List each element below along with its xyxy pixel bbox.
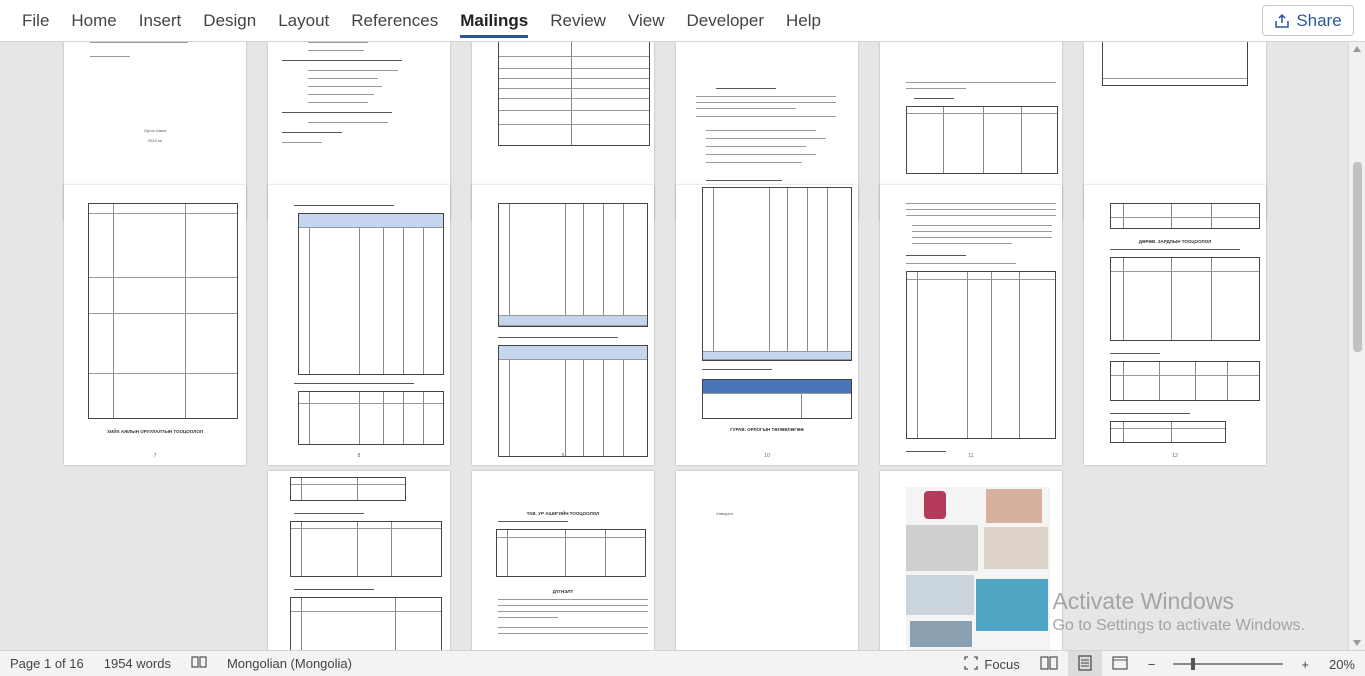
zoom-level[interactable]: 20% (1319, 657, 1365, 672)
watermark-line-1: Activate Windows (1052, 588, 1234, 614)
page-8[interactable]: 8 (268, 185, 450, 465)
read-mode-icon (1040, 655, 1058, 673)
status-right-controls: Focus − + 20% (954, 651, 1365, 676)
ribbon-tabs: File Home Insert Design Layout Reference… (0, 0, 832, 42)
status-bar: Page 1 of 16 1954 words Mongolian (Mongo… (0, 650, 1365, 676)
web-layout-button[interactable] (1102, 655, 1138, 673)
collage-image (906, 487, 1050, 650)
page-12-table-3 (1110, 361, 1260, 401)
page-12-table-4 (1110, 421, 1226, 443)
print-layout-button[interactable] (1067, 651, 1102, 676)
page-14-title-2: ДҮГНЭЛТ (552, 589, 574, 594)
zoom-slider-knob[interactable] (1191, 658, 1196, 670)
language-status[interactable]: Mongolian (Mongolia) (217, 656, 362, 671)
watermark-line-2: Go to Settings to activate Windows. (1052, 617, 1305, 634)
page-9[interactable]: 9 (472, 185, 654, 465)
page-14-table (496, 529, 646, 577)
tab-file[interactable]: File (0, 0, 60, 42)
page-13-table-1 (290, 477, 406, 501)
focus-label: Focus (984, 656, 1020, 672)
page-7-table (88, 203, 238, 419)
page-12[interactable]: ДӨРӨВ. ЗАРДЛЫН ТООЦООЛОЛ 12 (1084, 185, 1266, 465)
page-9-table-2 (498, 345, 648, 457)
page-3-table (498, 42, 650, 146)
tab-review[interactable]: Review (539, 0, 617, 42)
focus-button[interactable]: Focus (954, 655, 1029, 673)
tab-design[interactable]: Design (192, 0, 267, 42)
page-number: 8 (357, 453, 361, 459)
page-8-table-1 (298, 213, 444, 375)
page-15[interactable]: Хавсралт (676, 471, 858, 650)
focus-icon (964, 655, 979, 673)
page-16[interactable] (880, 471, 1062, 650)
page-number: 11 (968, 453, 974, 459)
tab-insert[interactable]: Insert (128, 0, 193, 42)
page-14[interactable]: ТАВ. УР АШИГИЙН ТООЦООЛОЛ ДҮГНЭЛТ (472, 471, 654, 650)
tab-help[interactable]: Help (775, 0, 832, 42)
word-count[interactable]: 1954 words (94, 656, 181, 671)
page-8-table-2 (298, 391, 444, 445)
zoom-slider[interactable] (1173, 658, 1284, 670)
scroll-down-icon[interactable] (1353, 640, 1361, 646)
page-7[interactable]: ХИЙХ АЖЛЫН ОРУУЛАЛТЫН ТООЦООЛОЛ 7 (64, 185, 246, 465)
page-10-table (702, 187, 852, 361)
page-number: 7 (153, 453, 157, 459)
page-1-title: Оргил Шинэ (143, 128, 167, 133)
page-14-title-1: ТАВ. УР АШИГИЙН ТООЦООЛОЛ (526, 511, 600, 516)
page-12-table-2 (1110, 257, 1260, 341)
page-count[interactable]: Page 1 of 16 (0, 656, 94, 671)
page-12-table-1 (1110, 203, 1260, 229)
tab-developer[interactable]: Developer (676, 0, 776, 42)
proofing-status[interactable] (181, 655, 217, 672)
tab-mailings[interactable]: Mailings (449, 0, 539, 42)
book-check-icon (191, 655, 207, 672)
page-number: 12 (1172, 453, 1178, 459)
page-9-table-1 (498, 203, 648, 327)
page-11[interactable]: 11 (880, 185, 1062, 465)
activate-windows-watermark: Activate Windows Go to Settings to activ… (1052, 588, 1305, 635)
print-layout-icon (1078, 654, 1092, 674)
share-label: Share (1296, 10, 1342, 30)
share-button[interactable]: Share (1262, 5, 1354, 36)
page-10[interactable]: ГУРАВ. ОРЛОГЫН ТӨЛӨВЛӨГӨӨ 10 (676, 185, 858, 465)
vertical-scrollbar[interactable] (1348, 42, 1365, 650)
page-13-table-3 (290, 597, 442, 650)
tab-home[interactable]: Home (60, 0, 127, 42)
page-15-title: Хавсралт (716, 511, 734, 516)
page-13[interactable] (268, 471, 450, 650)
scroll-up-icon[interactable] (1353, 46, 1361, 52)
page-number: 10 (764, 453, 770, 459)
page-11-table (906, 271, 1056, 439)
tab-view[interactable]: View (617, 0, 676, 42)
zoom-in-button[interactable]: + (1291, 657, 1319, 672)
share-icon (1274, 13, 1290, 29)
zoom-out-button[interactable]: − (1138, 657, 1166, 672)
read-mode-button[interactable] (1030, 655, 1068, 673)
scrollbar-thumb[interactable] (1353, 162, 1362, 352)
page-13-table-2 (290, 521, 442, 577)
tab-layout[interactable]: Layout (267, 0, 340, 42)
page-10-table-2 (702, 379, 852, 419)
page-number: 9 (561, 453, 565, 459)
tab-references[interactable]: References (340, 0, 449, 42)
page-1-year: 2024 он (147, 138, 163, 143)
document-area[interactable]: Оргил Шинэ 2024 он 1 2 3 (0, 42, 1348, 650)
web-layout-icon (1112, 655, 1128, 673)
page-6-table (1102, 42, 1248, 86)
ribbon: File Home Insert Design Layout Reference… (0, 0, 1365, 42)
page-5-table (906, 106, 1058, 174)
